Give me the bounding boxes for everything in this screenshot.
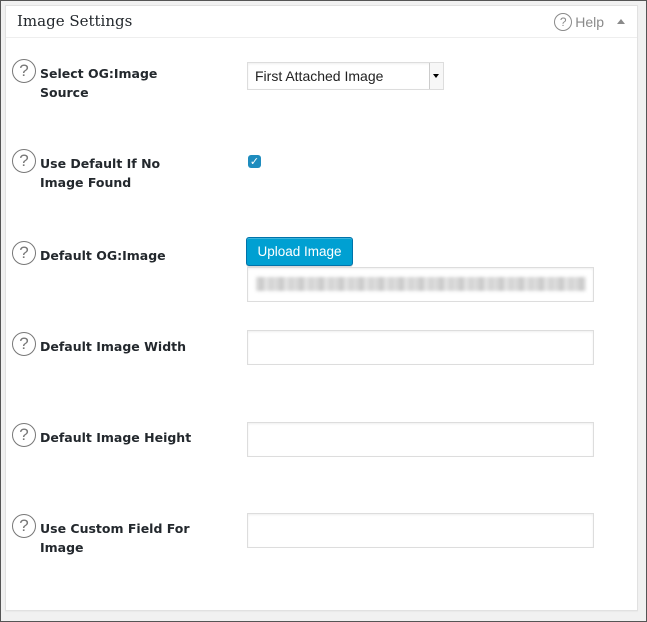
label-text: Default OG:Image [40, 248, 166, 263]
label-text: Default Image Height [40, 430, 192, 445]
panel-header: Image Settings ? Help [6, 6, 637, 38]
select-value: First Attached Image [255, 68, 384, 84]
label-text: Use Default If No Image Found [40, 156, 161, 190]
window-frame: Image Settings ? Help ? Select OG:Image … [0, 0, 647, 622]
question-icon[interactable]: ? [12, 332, 36, 356]
label-text: Select OG:Image Source [40, 66, 158, 100]
row-height-label: ? Default Image Height [12, 423, 205, 447]
label-text: Use Custom Field For Image [40, 521, 190, 555]
help-link[interactable]: ? Help [554, 13, 604, 31]
use-default-checkbox[interactable]: ✓ [248, 155, 261, 168]
row-width-label: ? Default Image Width [12, 332, 205, 356]
custom-field-input[interactable] [247, 513, 594, 548]
question-icon[interactable]: ? [12, 59, 36, 83]
default-image-url-input[interactable] [247, 267, 594, 302]
blurred-url-text [256, 277, 586, 291]
question-icon[interactable]: ? [12, 149, 36, 173]
chevron-down-icon [429, 63, 443, 89]
question-icon[interactable]: ? [12, 514, 36, 538]
image-source-select[interactable]: First Attached Image [247, 62, 444, 90]
collapse-arrow-icon[interactable] [617, 19, 625, 24]
image-settings-panel: Image Settings ? Help ? Select OG:Image … [5, 5, 638, 611]
question-icon[interactable]: ? [12, 423, 36, 447]
image-width-input[interactable] [247, 330, 594, 365]
upload-image-button[interactable]: Upload Image [246, 237, 353, 266]
row-use-default-label: ? Use Default If No Image Found [12, 149, 205, 192]
question-icon[interactable]: ? [12, 241, 36, 265]
label-text: Default Image Width [40, 339, 187, 354]
help-label: Help [575, 14, 604, 30]
image-height-input[interactable] [247, 422, 594, 457]
row-default-image-label: ? Default OG:Image [12, 241, 205, 265]
help-question-icon: ? [554, 13, 573, 31]
row-image-source-label: ? Select OG:Image Source [12, 59, 205, 102]
panel-title: Image Settings [17, 12, 133, 30]
row-custom-field-label: ? Use Custom Field For Image [12, 514, 205, 557]
